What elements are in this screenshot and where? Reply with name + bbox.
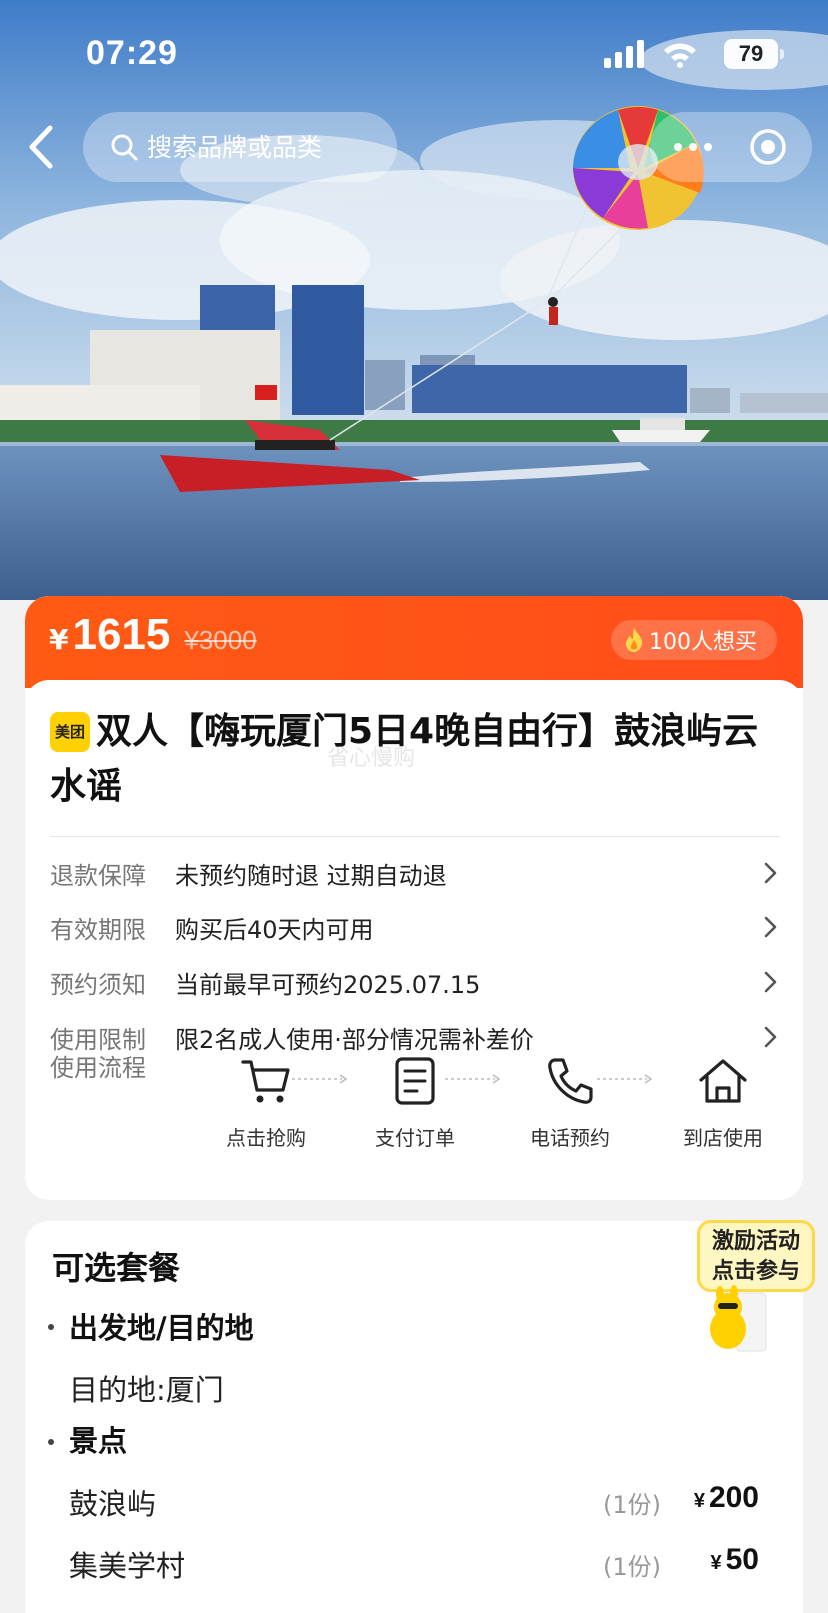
flow-step-visit: 到店使用 (668, 1054, 778, 1151)
package-item-name: 鼓浪屿 (69, 1487, 157, 1521)
package-item-qty: (1份) (603, 1553, 661, 1581)
package-item-price: ¥50 (711, 1543, 760, 1577)
info-row-refund[interactable]: 退款保障 未预约随时退 过期自动退 (50, 853, 780, 893)
search-bar[interactable] (83, 112, 397, 182)
signal-icon (604, 40, 644, 68)
status-time: 07:29 (86, 34, 178, 72)
price-value: 50 (725, 1543, 759, 1576)
bullet-dot (48, 1324, 54, 1330)
package-item: 目的地:厦门 (69, 1367, 759, 1409)
more-dots-icon[interactable] (668, 130, 718, 164)
package-item-qty: (1份) (603, 1491, 661, 1519)
package-options-card: 可选套餐 出发地/目的地 目的地:厦门 景点 鼓浪屿 (1份) ¥200 集美学… (25, 1221, 803, 1613)
wifi-icon (664, 43, 696, 68)
fire-icon (626, 628, 643, 652)
chevron-right-icon (764, 916, 777, 938)
flow-step-label: 电话预约 (530, 1126, 610, 1150)
watermark: 省心慢购 (327, 746, 416, 771)
hero-image: 07:29 79 (0, 0, 828, 600)
dashed-arrow-icon (597, 1074, 653, 1084)
mascot-icon[interactable] (700, 1285, 770, 1355)
price-current: 1615 (72, 610, 171, 659)
want-count: 100人想买 (649, 630, 757, 655)
battery-indicator: 79 (724, 39, 784, 69)
dashed-arrow-icon (445, 1074, 501, 1084)
flow-step-buy: 点击抢购 (211, 1054, 321, 1151)
group-title: 出发地/目的地 (69, 1311, 254, 1345)
price-currency: ¥ (49, 623, 69, 656)
flow-step-label: 支付订单 (375, 1126, 455, 1150)
price-currency: ¥ (710, 1552, 722, 1574)
info-value: 限2名成人使用·部分情况需补差价 (175, 1025, 534, 1054)
price-value: 200 (708, 1481, 759, 1514)
target-icon[interactable] (748, 127, 788, 167)
flow-step-pay: 支付订单 (360, 1054, 470, 1151)
promo-activity-badge[interactable]: 激励活动 点击参与 (697, 1220, 815, 1292)
search-input[interactable] (147, 132, 387, 162)
price-original: ¥3000 (184, 625, 257, 655)
usage-flow-label: 使用流程 (50, 1054, 146, 1082)
package-item: 集美学村 (1份) ¥50 (69, 1543, 759, 1585)
info-row-restriction[interactable]: 使用限制 限2名成人使用·部分情况需补差价 (50, 1017, 780, 1057)
info-label: 预约须知 (50, 970, 146, 999)
info-value: 当前最早可预约2025.07.15 (175, 970, 481, 999)
meituan-logo: 美团 (50, 712, 90, 752)
search-icon (111, 134, 138, 161)
phone-icon (548, 1058, 593, 1104)
flow-step-call: 电话预约 (515, 1054, 625, 1151)
status-bar: 07:29 79 (0, 0, 828, 100)
want-count-badge: 100人想买 (611, 620, 777, 660)
order-icon (395, 1057, 435, 1105)
section-title: 可选套餐 (52, 1249, 181, 1287)
package-item-name: 集美学村 (69, 1549, 186, 1583)
info-row-booking[interactable]: 预约须知 当前最早可预约2025.07.15 (50, 962, 780, 1002)
flow-step-label: 到店使用 (683, 1126, 763, 1150)
dashed-arrow-icon (292, 1074, 348, 1084)
info-value: 未预约随时退 过期自动退 (175, 861, 447, 890)
divider (50, 836, 780, 837)
chevron-right-icon (764, 971, 777, 993)
chevron-right-icon (764, 1026, 777, 1048)
cart-icon (241, 1060, 290, 1103)
package-item: 鼓浪屿 (1份) ¥200 (69, 1481, 759, 1523)
package-item-name: 目的地:厦门 (69, 1373, 224, 1407)
package-item-price: ¥200 (694, 1481, 759, 1515)
home-icon (699, 1059, 747, 1103)
bullet-dot (48, 1439, 54, 1445)
group-title: 景点 (69, 1424, 128, 1458)
info-row-validity[interactable]: 有效期限 购买后40天内可用 (50, 907, 780, 947)
flow-step-label: 点击抢购 (226, 1126, 306, 1150)
info-label: 退款保障 (50, 861, 146, 890)
info-label: 有效期限 (50, 915, 146, 944)
price-banner: ¥ 1615 ¥3000 100人想买 (25, 596, 803, 710)
info-value: 购买后40天内可用 (175, 915, 374, 944)
chevron-right-icon (764, 862, 777, 884)
product-card: ¥ 1615 ¥3000 100人想买 美团 双人【嗨玩厦门5日4晚自由行】鼓浪屿… (25, 596, 803, 1200)
promo-line1: 激励活动 (711, 1229, 800, 1254)
price-display: ¥ 1615 ¥3000 (49, 610, 257, 660)
price-currency: ¥ (693, 1490, 705, 1512)
back-arrow-icon[interactable] (22, 122, 62, 172)
promo-line2: 点击参与 (711, 1259, 800, 1284)
